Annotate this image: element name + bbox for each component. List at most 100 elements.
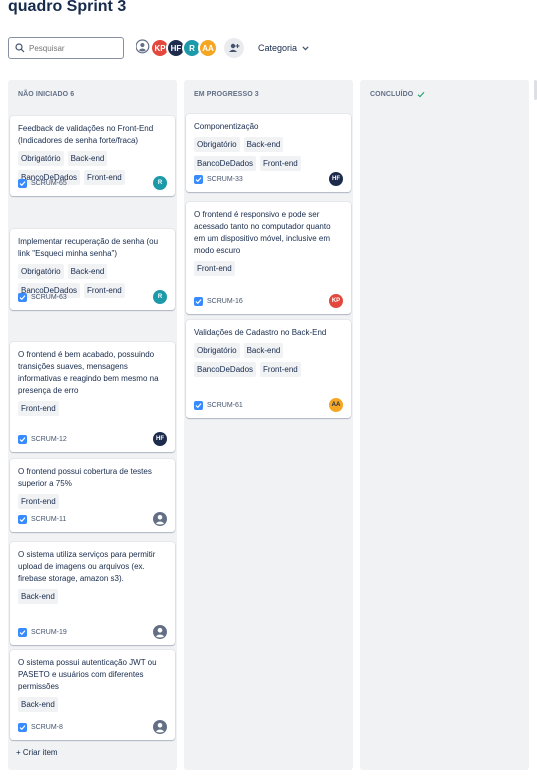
- column-header: CONCLUÍDO: [360, 80, 529, 110]
- task-checkbox-icon: [18, 178, 27, 188]
- issue-key[interactable]: SCRUM-19: [31, 629, 67, 636]
- card-footer: SCRUM-19: [18, 625, 167, 639]
- avatar-aa[interactable]: AA: [198, 38, 218, 58]
- task-checkbox-icon: [18, 292, 27, 302]
- assignee-avatar[interactable]: R: [153, 290, 167, 304]
- card-title: O frontend possui cobertura de testes su…: [18, 467, 152, 488]
- task-checkbox-icon: [18, 722, 27, 732]
- issue-card[interactable]: Feedback de validações no Front-End (Ind…: [10, 116, 175, 196]
- card-title: O sistema possui autenticação JWT ou PAS…: [18, 658, 157, 691]
- check-icon: [417, 91, 425, 98]
- category-dropdown[interactable]: Categoria: [258, 43, 309, 53]
- label-tag[interactable]: Back-end: [67, 264, 108, 279]
- assignee-avatar[interactable]: HF: [153, 432, 167, 446]
- column-in-progress: EM PROGRESSO 3 Componentização Obrigatór…: [184, 80, 353, 770]
- label-tag[interactable]: Back-end: [243, 343, 284, 358]
- page-title: quadro Sprint 3: [8, 0, 127, 15]
- add-people-button[interactable]: [224, 38, 244, 58]
- label-tag[interactable]: Obrigatório: [18, 264, 64, 279]
- assignee-avatar[interactable]: R: [153, 176, 167, 190]
- issue-card[interactable]: O sistema utiliza serviços para permitir…: [10, 542, 175, 645]
- search-input[interactable]: [29, 43, 119, 53]
- column-header: EM PROGRESSO 3: [184, 80, 353, 110]
- card-title: Feedback de validações no Front-End (Ind…: [18, 124, 154, 145]
- issue-card[interactable]: O frontend é responsivo e pode ser acess…: [186, 202, 351, 314]
- add-people-icon: [229, 43, 240, 52]
- card-footer: SCRUM-8: [18, 720, 167, 734]
- card-footer: SCRUM-11: [18, 512, 167, 526]
- card-title: Validações de Cadastro no Back-End: [194, 328, 327, 337]
- label-tag[interactable]: BancoDeDados: [194, 156, 257, 171]
- card-title: O sistema utiliza serviços para permitir…: [18, 550, 156, 583]
- issue-card[interactable]: Validações de Cadastro no Back-End Obrig…: [186, 320, 351, 418]
- card-labels: Front-end: [18, 494, 167, 509]
- unassigned-avatar-icon[interactable]: [153, 512, 167, 526]
- issue-key[interactable]: SCRUM-11: [31, 516, 66, 523]
- label-tag[interactable]: Front-end: [18, 494, 59, 509]
- label-tag[interactable]: Back-end: [67, 151, 108, 166]
- label-tag[interactable]: Front-end: [260, 156, 301, 171]
- column-not-started: NÃO INICIADO 6 Feedback de validações no…: [8, 80, 177, 770]
- card-labels: Front-end: [18, 401, 167, 416]
- label-tag[interactable]: Back-end: [18, 589, 58, 604]
- card-labels: Obrigatório Back-end BancoDeDados Front-…: [194, 343, 343, 377]
- unassigned-avatar-icon[interactable]: [153, 720, 167, 734]
- label-tag[interactable]: Back-end: [243, 137, 284, 152]
- issue-card[interactable]: O frontend é bem acabado, possuindo tran…: [10, 342, 175, 452]
- card-footer: SCRUM-16 KP: [194, 294, 343, 308]
- card-footer: SCRUM-33 HF: [194, 172, 343, 186]
- issue-key[interactable]: SCRUM-61: [207, 402, 243, 409]
- card-title: O frontend é bem acabado, possuindo tran…: [18, 350, 159, 395]
- task-checkbox-icon: [18, 627, 27, 637]
- issue-card[interactable]: O frontend possui cobertura de testes su…: [10, 459, 175, 532]
- assignee-avatar[interactable]: KP: [329, 294, 343, 308]
- card-labels: Back-end: [18, 697, 167, 712]
- task-checkbox-icon: [194, 400, 203, 410]
- issue-key[interactable]: SCRUM-63: [31, 294, 67, 301]
- assignee-avatar[interactable]: AA: [329, 398, 343, 412]
- issue-card[interactable]: O sistema possui autenticação JWT ou PAS…: [10, 650, 175, 740]
- card-labels: Obrigatório Back-end BancoDeDados Front-…: [194, 137, 343, 171]
- label-tag[interactable]: Obrigatório: [194, 343, 240, 358]
- issue-card[interactable]: Implementar recuperação de senha (ou lin…: [10, 229, 175, 310]
- card-title: Componentização: [194, 122, 259, 131]
- unassigned-avatar-icon[interactable]: [153, 625, 167, 639]
- avatar-group: KP HF R AA: [134, 38, 218, 58]
- search-box[interactable]: [8, 37, 124, 59]
- issue-key[interactable]: SCRUM-65: [31, 180, 67, 187]
- create-issue-label: + Criar item: [16, 748, 58, 757]
- issue-card[interactable]: Componentização Obrigatório Back-end Ban…: [186, 114, 351, 192]
- create-issue-button[interactable]: + Criar item: [16, 748, 58, 757]
- category-label: Categoria: [258, 43, 298, 53]
- label-tag[interactable]: BancoDeDados: [194, 362, 257, 377]
- column-title: NÃO INICIADO 6: [18, 91, 75, 98]
- label-tag[interactable]: Front-end: [260, 362, 301, 377]
- card-title: Implementar recuperação de senha (ou lin…: [18, 237, 159, 258]
- issue-key[interactable]: SCRUM-16: [207, 298, 243, 305]
- label-tag[interactable]: Front-end: [18, 401, 59, 416]
- card-labels: Front-end: [194, 261, 343, 276]
- issue-key[interactable]: SCRUM-8: [31, 724, 63, 731]
- card-footer: SCRUM-63 R: [18, 290, 167, 304]
- card-footer: SCRUM-65 R: [18, 176, 167, 190]
- issue-key[interactable]: SCRUM-33: [207, 176, 243, 183]
- column-title: CONCLUÍDO: [370, 91, 414, 98]
- card-title: O frontend é responsivo e pode ser acess…: [194, 210, 331, 255]
- column-title: EM PROGRESSO 3: [194, 91, 259, 98]
- chevron-down-icon: [302, 45, 309, 50]
- task-checkbox-icon: [194, 174, 203, 184]
- assignee-avatar[interactable]: HF: [329, 172, 343, 186]
- card-footer: SCRUM-61 AA: [194, 398, 343, 412]
- label-tag[interactable]: Obrigatório: [18, 151, 64, 166]
- column-done: CONCLUÍDO: [360, 80, 529, 770]
- label-tag[interactable]: Back-end: [18, 697, 58, 712]
- issue-key[interactable]: SCRUM-12: [31, 436, 67, 443]
- search-icon: [15, 43, 25, 53]
- task-checkbox-icon: [18, 434, 27, 444]
- task-checkbox-icon: [18, 514, 27, 524]
- label-tag[interactable]: Front-end: [194, 261, 235, 276]
- card-footer: SCRUM-12 HF: [18, 432, 167, 446]
- board-toolbar: KP HF R AA Categoria: [8, 36, 309, 60]
- label-tag[interactable]: Obrigatório: [194, 137, 240, 152]
- card-labels: Back-end: [18, 589, 167, 604]
